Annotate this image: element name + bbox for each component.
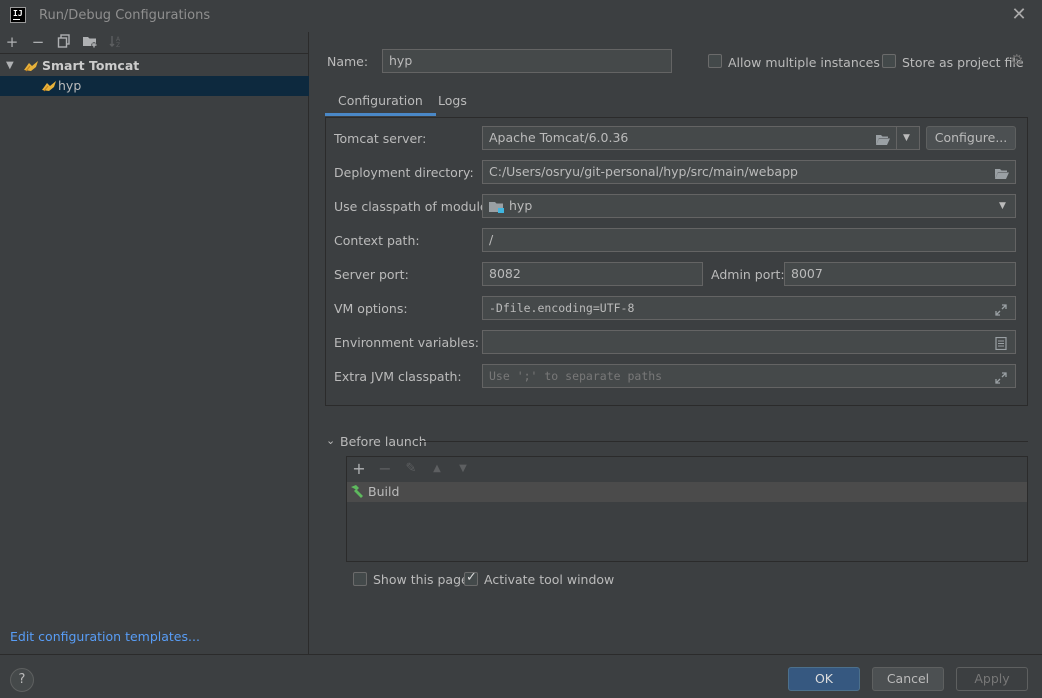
- tomcat-icon: [42, 81, 56, 92]
- window-title: Run/Debug Configurations: [39, 8, 211, 23]
- tab-logs[interactable]: Logs: [425, 90, 480, 116]
- admin-port-field[interactable]: 8007: [784, 262, 1016, 286]
- chevron-down-icon[interactable]: ⌄: [326, 434, 335, 447]
- remove-icon[interactable]: −: [30, 34, 46, 50]
- configurations-tree-panel: + − AZ ▼ Smart Tomcat hyp Edit configura…: [0, 32, 309, 654]
- tree-item-hyp[interactable]: hyp: [0, 76, 309, 96]
- context-path-label: Context path:: [334, 233, 420, 248]
- extra-jvm-classpath-placeholder: Use ';' to separate paths: [489, 369, 663, 383]
- classpath-module-label: Use classpath of module:: [334, 199, 492, 214]
- store-as-project-file-label: Store as project file: [902, 55, 1024, 70]
- extra-jvm-classpath-field[interactable]: Use ';' to separate paths: [482, 364, 1016, 388]
- vm-options-field[interactable]: -Dfile.encoding=UTF-8: [482, 296, 1016, 320]
- remove-icon: −: [378, 459, 392, 478]
- hammer-icon: [349, 484, 365, 503]
- edit-icon: ✎: [405, 461, 417, 476]
- activate-tool-window-checkbox[interactable]: [464, 570, 478, 586]
- title-bar: IJ Run/Debug Configurations ✕: [0, 0, 1042, 32]
- deployment-directory-field[interactable]: C:/Users/osryu/git-personal/hyp/src/main…: [482, 160, 1016, 184]
- tomcat-icon: [24, 61, 38, 72]
- classpath-module-value: hyp: [509, 198, 533, 213]
- tree-toolbar: + − AZ: [0, 32, 309, 54]
- allow-multiple-instances-label: Allow multiple instances: [728, 55, 880, 70]
- tab-configuration[interactable]: Configuration: [325, 90, 436, 116]
- before-launch-list: + − ✎ ▲ ▼ Build: [346, 456, 1028, 562]
- before-launch-title[interactable]: Before launch: [340, 434, 427, 449]
- list-item[interactable]: Build: [347, 482, 1027, 502]
- folder-open-icon[interactable]: [995, 165, 1009, 183]
- context-path-field[interactable]: /: [482, 228, 1016, 252]
- store-as-project-file-checkbox[interactable]: [882, 54, 896, 68]
- configure-button[interactable]: Configure...: [926, 126, 1016, 150]
- build-label: Build: [368, 484, 400, 499]
- tree-group-smart-tomcat[interactable]: ▼ Smart Tomcat: [0, 56, 309, 76]
- add-icon[interactable]: +: [351, 461, 367, 477]
- svg-text:Z: Z: [116, 42, 120, 48]
- server-port-field[interactable]: 8082: [482, 262, 703, 286]
- close-icon[interactable]: ✕: [1011, 6, 1027, 24]
- tomcat-server-value: Apache Tomcat/6.0.36: [489, 130, 629, 145]
- deployment-directory-value: C:/Users/osryu/git-personal/hyp/src/main…: [489, 164, 798, 179]
- before-launch-divider: [420, 441, 1028, 442]
- module-folder-icon: [489, 199, 505, 217]
- tomcat-server-label: Tomcat server:: [334, 131, 427, 146]
- expand-icon[interactable]: [995, 301, 1007, 319]
- deployment-directory-label: Deployment directory:: [334, 165, 474, 180]
- name-field[interactable]: hyp: [382, 49, 672, 73]
- configuration-form: Tomcat server: Apache Tomcat/6.0.36 ▼ Co…: [325, 117, 1028, 406]
- extra-jvm-classpath-label: Extra JVM classpath:: [334, 369, 462, 384]
- expand-icon[interactable]: [995, 369, 1007, 387]
- edit-configuration-templates-link[interactable]: Edit configuration templates...: [10, 629, 200, 644]
- tree-item-label: hyp: [58, 78, 82, 93]
- name-label: Name:: [327, 54, 369, 69]
- add-icon[interactable]: +: [4, 34, 20, 50]
- allow-multiple-instances-checkbox[interactable]: [708, 54, 722, 68]
- tree-group-label: Smart Tomcat: [42, 58, 140, 73]
- dialog-footer: ? OK Cancel Apply: [0, 654, 1042, 698]
- arrow-down-icon: ▼: [459, 463, 467, 474]
- classpath-module-select[interactable]: hyp ▼: [482, 194, 1016, 218]
- chevron-down-icon: ▼: [903, 133, 910, 143]
- ok-button[interactable]: OK: [788, 667, 860, 691]
- document-icon[interactable]: [995, 335, 1007, 353]
- arrow-up-icon: ▲: [433, 463, 441, 474]
- copy-icon[interactable]: [56, 34, 72, 50]
- show-this-page-label: Show this page: [373, 572, 469, 587]
- app-icon-text: IJ: [13, 9, 23, 18]
- chevron-down-icon: ▼: [999, 201, 1006, 211]
- show-this-page-checkbox[interactable]: [353, 572, 367, 586]
- tomcat-server-select[interactable]: Apache Tomcat/6.0.36: [482, 126, 897, 150]
- folder-open-icon[interactable]: [876, 131, 890, 149]
- activate-tool-window-label: Activate tool window: [484, 572, 615, 587]
- admin-port-label: Admin port:: [711, 267, 785, 282]
- server-port-label: Server port:: [334, 267, 409, 282]
- apply-button: Apply: [956, 667, 1028, 691]
- tomcat-server-dropdown[interactable]: ▼: [896, 126, 920, 150]
- cancel-button[interactable]: Cancel: [872, 667, 944, 691]
- vm-options-value: -Dfile.encoding=UTF-8: [489, 301, 635, 315]
- chevron-down-icon[interactable]: ▼: [6, 56, 14, 76]
- environment-variables-label: Environment variables:: [334, 335, 479, 350]
- vm-options-label: VM options:: [334, 301, 408, 316]
- sort-icon: AZ: [108, 34, 124, 50]
- gear-icon[interactable]: ⚙: [1010, 51, 1023, 69]
- help-button[interactable]: ?: [10, 668, 34, 692]
- folder-add-icon[interactable]: [82, 34, 98, 50]
- intellij-app-icon: IJ: [10, 7, 26, 23]
- environment-variables-field[interactable]: [482, 330, 1016, 354]
- configuration-details-panel: Name: hyp Allow multiple instances Store…: [310, 32, 1042, 654]
